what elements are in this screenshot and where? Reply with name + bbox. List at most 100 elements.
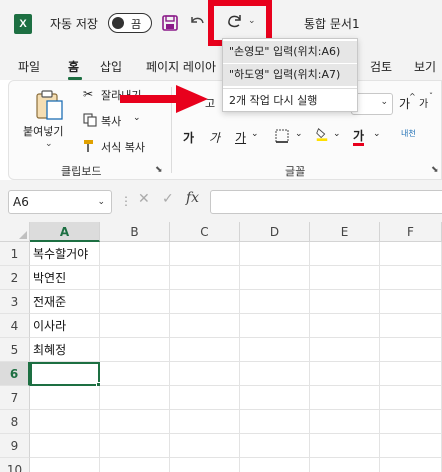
cell[interactable]: [380, 314, 442, 338]
cell[interactable]: [310, 362, 380, 386]
cell[interactable]: [380, 266, 442, 290]
cell[interactable]: [240, 338, 310, 362]
cell[interactable]: [30, 410, 100, 434]
cell[interactable]: [170, 386, 240, 410]
copy-chevron-down-icon[interactable]: ⌄: [133, 113, 141, 123]
cell[interactable]: [380, 362, 442, 386]
column-header-d[interactable]: D: [240, 222, 310, 242]
borders-chevron-down-icon[interactable]: ⌄: [295, 129, 303, 139]
column-header-a[interactable]: A: [30, 222, 100, 242]
column-header-b[interactable]: B: [100, 222, 170, 242]
cell[interactable]: [170, 290, 240, 314]
row-header-4[interactable]: 4: [0, 314, 30, 338]
row-header-9[interactable]: 9: [0, 434, 30, 458]
cell[interactable]: 박연진: [30, 266, 100, 290]
cell[interactable]: [240, 242, 310, 266]
copy-icon[interactable]: [83, 113, 97, 127]
autosave-toggle[interactable]: 끔: [108, 13, 152, 33]
row-header-8[interactable]: 8: [0, 410, 30, 434]
cell[interactable]: [310, 290, 380, 314]
cell[interactable]: [380, 458, 442, 472]
column-header-e[interactable]: E: [310, 222, 380, 242]
tab-file[interactable]: 파일: [18, 58, 40, 75]
cell[interactable]: [240, 266, 310, 290]
cell[interactable]: 이사라: [30, 314, 100, 338]
cell[interactable]: [30, 386, 100, 410]
copy-label[interactable]: 복사: [101, 113, 121, 129]
cell[interactable]: 복수할거야: [30, 242, 100, 266]
row-header-2[interactable]: 2: [0, 266, 30, 290]
tab-page-layout[interactable]: 페이지 레이아: [146, 58, 216, 75]
column-header-f[interactable]: F: [380, 222, 442, 242]
enter-check-icon[interactable]: ✓: [162, 191, 174, 207]
redo-chevron-down-icon[interactable]: ⌄: [248, 16, 256, 26]
cell[interactable]: [310, 410, 380, 434]
cell[interactable]: [380, 338, 442, 362]
borders-icon[interactable]: [275, 129, 289, 143]
cell[interactable]: [380, 242, 442, 266]
cell[interactable]: [380, 386, 442, 410]
cell[interactable]: [380, 410, 442, 434]
underline-chevron-down-icon[interactable]: ⌄: [251, 129, 259, 139]
column-header-c[interactable]: C: [170, 222, 240, 242]
cell[interactable]: [240, 434, 310, 458]
format-painter-icon[interactable]: [83, 139, 97, 153]
cell[interactable]: [170, 314, 240, 338]
cell[interactable]: [240, 290, 310, 314]
italic-button[interactable]: 가: [209, 129, 220, 146]
cell[interactable]: [310, 458, 380, 472]
cell[interactable]: [240, 458, 310, 472]
cell[interactable]: [310, 266, 380, 290]
paste-icon[interactable]: [35, 89, 65, 121]
cell[interactable]: [310, 242, 380, 266]
cell[interactable]: [100, 434, 170, 458]
cell[interactable]: [380, 290, 442, 314]
cell[interactable]: [100, 314, 170, 338]
cell[interactable]: [310, 386, 380, 410]
phonetic-button[interactable]: 내천: [401, 129, 423, 138]
redo-history-item[interactable]: "손영모" 입력(위치:A6): [223, 41, 357, 63]
underline-button[interactable]: 가: [235, 129, 246, 146]
font-color-button[interactable]: 가: [353, 129, 365, 146]
cell[interactable]: [380, 434, 442, 458]
cell[interactable]: 전재준: [30, 290, 100, 314]
cell[interactable]: [170, 434, 240, 458]
tab-view[interactable]: 보기: [414, 58, 436, 75]
redo-history-item[interactable]: "하도영" 입력(위치:A7): [223, 64, 357, 86]
bold-button[interactable]: 가: [183, 129, 194, 146]
cell[interactable]: [310, 434, 380, 458]
cell[interactable]: [100, 266, 170, 290]
cell[interactable]: [170, 362, 240, 386]
cell[interactable]: [30, 434, 100, 458]
row-header-1[interactable]: 1: [0, 242, 30, 266]
cell[interactable]: [30, 458, 100, 472]
cell[interactable]: [100, 386, 170, 410]
name-box-chevron-down-icon[interactable]: ⌄: [97, 191, 105, 213]
undo-icon[interactable]: [188, 13, 206, 31]
format-painter-label[interactable]: 서식 복사: [101, 139, 145, 155]
clipboard-launcher-icon[interactable]: ⬊: [155, 165, 163, 175]
cell[interactable]: [170, 338, 240, 362]
font-launcher-icon[interactable]: ⬊: [431, 165, 439, 175]
row-header-7[interactable]: 7: [0, 386, 30, 410]
cell[interactable]: [100, 410, 170, 434]
cell[interactable]: 최혜정: [30, 338, 100, 362]
redo-icon[interactable]: [226, 12, 244, 30]
select-all-button[interactable]: [0, 222, 30, 242]
cell[interactable]: [100, 242, 170, 266]
row-header-5[interactable]: 5: [0, 338, 30, 362]
name-box[interactable]: A6 ⌄: [8, 190, 112, 214]
shrink-font-icon[interactable]: 가: [419, 95, 428, 110]
cell[interactable]: [310, 338, 380, 362]
formula-input[interactable]: [210, 190, 442, 214]
cancel-icon[interactable]: ✕: [138, 191, 150, 207]
fill-color-icon[interactable]: [315, 127, 329, 141]
fill-color-chevron-down-icon[interactable]: ⌄: [333, 129, 341, 139]
cell[interactable]: [100, 362, 170, 386]
paste-label[interactable]: 붙여넣기: [23, 123, 63, 139]
row-header-10[interactable]: 10: [0, 458, 30, 472]
tab-review[interactable]: 검토: [370, 58, 392, 75]
cell[interactable]: [170, 458, 240, 472]
cell[interactable]: [100, 458, 170, 472]
row-header-3[interactable]: 3: [0, 290, 30, 314]
